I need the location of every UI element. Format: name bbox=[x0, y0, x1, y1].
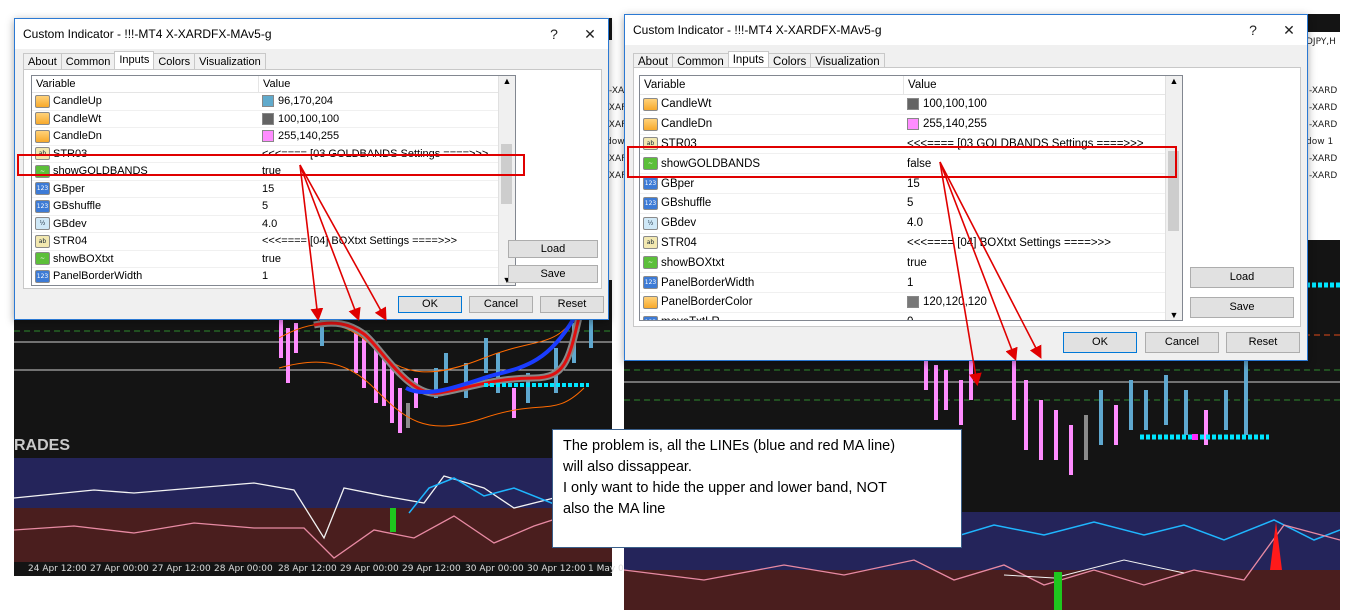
note-line: I only want to hide the upper and lower … bbox=[563, 480, 888, 496]
note-line: The problem is, all the LINEs (blue and … bbox=[563, 438, 896, 454]
note-line: will also dissappear. bbox=[563, 459, 692, 475]
note-line: also the MA line bbox=[563, 501, 666, 517]
annotation-note: The problem is, all the LINEs (blue and … bbox=[552, 429, 962, 548]
